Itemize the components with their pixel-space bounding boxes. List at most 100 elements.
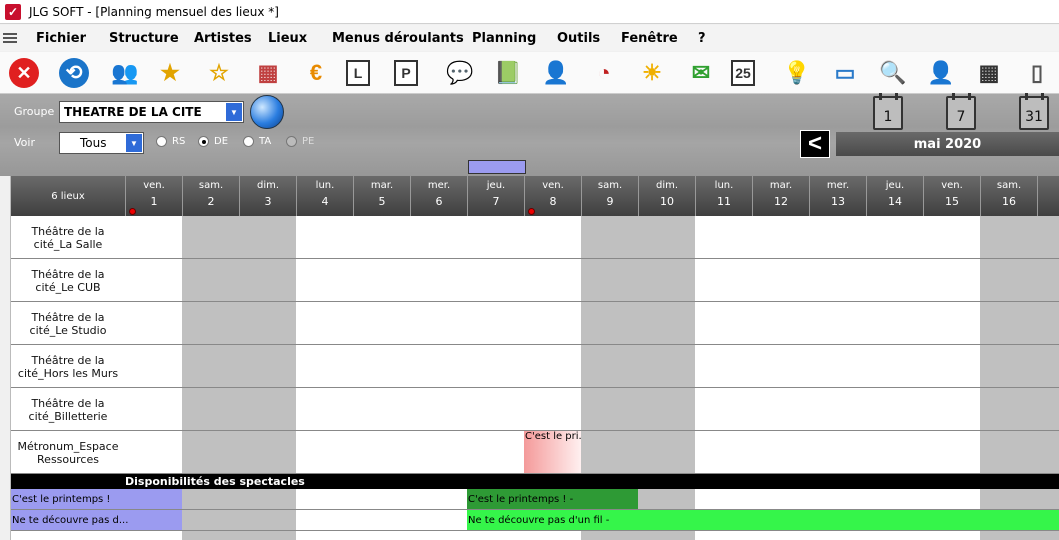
globe-icon[interactable] — [250, 95, 284, 129]
document-icon[interactable]: ▯ — [1019, 55, 1055, 91]
row-divider — [11, 387, 1059, 388]
month-title[interactable]: mai 2020 — [836, 132, 1059, 156]
menu-planning[interactable]: Planning — [472, 31, 536, 46]
venue-label[interactable]: Théâtre de la cité_Billetterie — [11, 388, 125, 431]
month-label: mai 2020 — [913, 136, 982, 152]
availability-bar[interactable]: Ne te découvre pas d'un fil - — [467, 510, 1059, 530]
voir-select[interactable]: Tous ▼ — [59, 132, 144, 154]
day-header[interactable]: sam. 16 — [980, 176, 1037, 216]
venue-label[interactable]: Théâtre de la cité_La Salle — [11, 216, 125, 259]
calendar-icon[interactable]: ▦ — [971, 55, 1007, 91]
refresh-icon[interactable]: ⟲ — [59, 58, 89, 88]
day-name: dim. — [256, 180, 280, 191]
day-header[interactable]: ven. 1 — [125, 176, 182, 216]
menu-grip-icon — [0, 25, 20, 51]
chevron-down-icon[interactable]: ▼ — [126, 134, 142, 152]
venue-label[interactable]: Théâtre de la cité_Hors les Murs — [11, 345, 125, 388]
day-number: 3 — [264, 195, 272, 208]
day-calendar-icon[interactable]: 25 — [731, 60, 755, 86]
day-header[interactable]: lun. 11 — [695, 176, 752, 216]
user-euro-icon[interactable]: 👤 — [538, 55, 574, 91]
venue-label[interactable]: Théâtre de la cité_Le CUB — [11, 259, 125, 302]
menu-fenetre[interactable]: Fenêtre — [621, 31, 678, 46]
event-block[interactable]: C'est le pri... — [524, 431, 581, 473]
sun-icon[interactable]: ☀ — [634, 55, 670, 91]
weekend-column — [239, 489, 296, 540]
day-header[interactable]: dim. 10 — [638, 176, 695, 216]
menu-menus-deroulants[interactable]: Menus déroulants — [332, 31, 464, 46]
venue-label[interactable]: Théâtre de la cité_Le Studio — [11, 302, 125, 345]
availability-bar[interactable]: C'est le printemps ! — [11, 489, 182, 509]
day-number: 11 — [717, 195, 731, 208]
day-header[interactable]: ven. 15 — [923, 176, 980, 216]
day-header[interactable]: mer. 6 — [410, 176, 467, 216]
person-icon[interactable]: 👤 — [923, 55, 959, 91]
weekend-column — [182, 216, 239, 474]
day-header[interactable]: mer. 13 — [809, 176, 866, 216]
menu-structure[interactable]: Structure — [109, 31, 179, 46]
chevron-down-icon[interactable]: ▼ — [226, 103, 242, 121]
month-view-button[interactable]: 31 — [1019, 93, 1049, 130]
menu-help[interactable]: ? — [698, 31, 706, 46]
artists-icon[interactable]: 👥 — [107, 55, 143, 91]
radio-dot[interactable] — [198, 136, 209, 147]
section-title: Disponibilités des spectacles — [125, 475, 305, 488]
card-icon[interactable]: ▭ — [827, 55, 863, 91]
letter-l-icon[interactable]: L — [346, 60, 370, 86]
weekend-column — [980, 216, 1037, 474]
day-header[interactable]: mar. 5 — [353, 176, 410, 216]
lightbulb-icon[interactable]: 💡 — [779, 55, 815, 91]
day-name: ven. — [542, 180, 564, 191]
zoom-icon[interactable]: 🔍 — [875, 55, 911, 91]
gauge-icon[interactable]: ◔ — [586, 55, 622, 91]
contact-book-icon[interactable]: 📗 — [490, 55, 526, 91]
day-header[interactable]: sam. 2 — [182, 176, 239, 216]
menu-lieux[interactable]: Lieux — [268, 31, 307, 46]
filter-bar: Groupe THEATRE DE LA CITE ▼ Voir Tous ▼ … — [0, 93, 1059, 176]
menu-fichier[interactable]: Fichier — [36, 31, 86, 46]
availability-bar[interactable]: Ne te découvre pas d... — [11, 510, 182, 530]
radio-rs[interactable]: RS — [156, 136, 185, 147]
calendar-table-icon[interactable]: ▦ — [250, 55, 286, 91]
day-view-label: 1 — [883, 109, 893, 125]
star-icon[interactable]: ★ — [152, 55, 188, 91]
day-number: 6 — [435, 195, 443, 208]
venue-label[interactable]: Métronum_Espace Ressources — [11, 431, 125, 474]
groupe-value: THEATRE DE LA CITE — [64, 105, 202, 119]
day-name: mer. — [427, 180, 451, 191]
day-name: lun. — [315, 180, 335, 191]
star-outline-icon[interactable]: ☆ — [201, 55, 237, 91]
availability-bar[interactable]: C'est le printemps ! - — [467, 489, 638, 509]
radio-dot[interactable] — [243, 136, 254, 147]
day-header[interactable]: d — [1037, 176, 1059, 216]
day-header[interactable]: jeu. 14 — [866, 176, 923, 216]
close-icon[interactable]: ✕ — [9, 58, 39, 88]
radio-dot[interactable] — [156, 136, 167, 147]
week-view-button[interactable]: 7 — [946, 93, 976, 130]
menu-artistes[interactable]: Artistes — [194, 31, 252, 46]
radio-ta[interactable]: TA — [243, 136, 271, 147]
envelope-icon[interactable]: ✉ — [683, 55, 719, 91]
day-number: 7 — [492, 195, 500, 208]
day-header[interactable]: ven. 8 — [524, 176, 581, 216]
day-header[interactable]: lun. 4 — [296, 176, 353, 216]
day-header[interactable]: mar. 12 — [752, 176, 809, 216]
menu-bar: Fichier Structure Artistes Lieux Menus d… — [0, 25, 1059, 51]
day-header[interactable]: dim. 3 — [239, 176, 296, 216]
euro-icon[interactable]: € — [298, 55, 334, 91]
groupe-select[interactable]: THEATRE DE LA CITE ▼ — [59, 101, 244, 123]
section-header: Disponibilités des spectacles — [11, 474, 1059, 489]
title-bar: ✓ JLG SOFT - [Planning mensuel des lieux… — [0, 0, 1059, 24]
letter-p-icon[interactable]: P — [394, 60, 418, 86]
day-header[interactable]: sam. 9 — [581, 176, 638, 216]
radio-de[interactable]: DE — [198, 136, 228, 147]
chat-user-icon[interactable]: 💬 — [442, 55, 478, 91]
menu-outils[interactable]: Outils — [557, 31, 600, 46]
day-view-button[interactable]: 1 — [873, 93, 903, 130]
previous-month-button[interactable]: < — [800, 130, 830, 158]
day-number: 12 — [774, 195, 788, 208]
horizontal-scroll-thumb[interactable] — [468, 160, 526, 174]
voir-value: Tous — [80, 136, 107, 150]
radio-ta-label: TA — [259, 136, 272, 147]
day-header[interactable]: jeu. 7 — [467, 176, 524, 216]
